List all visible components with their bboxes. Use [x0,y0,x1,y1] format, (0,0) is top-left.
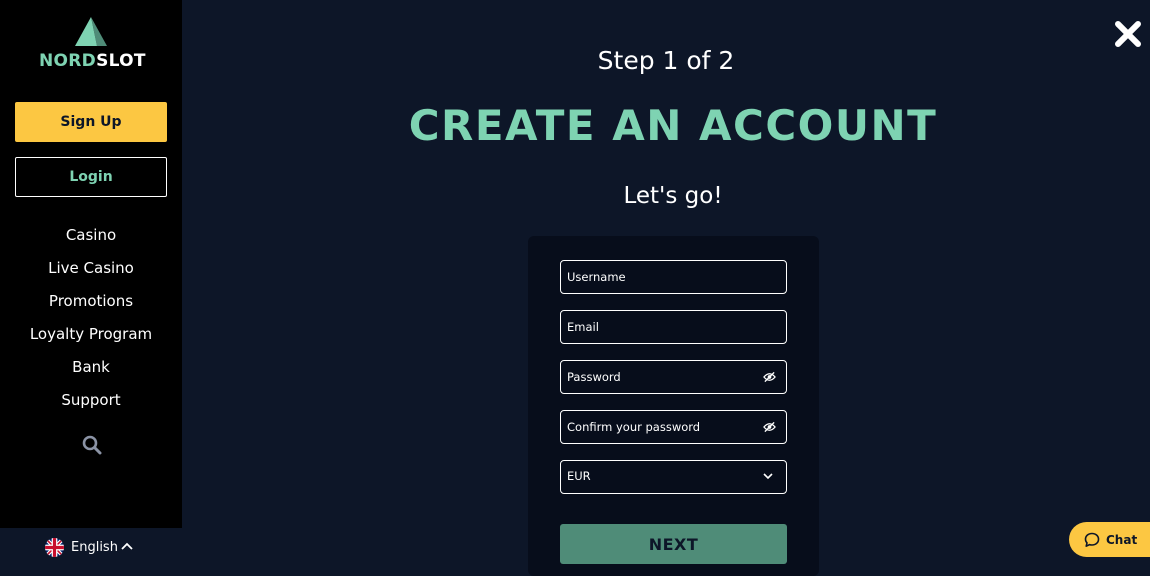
chat-button[interactable]: Chat [1069,522,1150,557]
sidebar-item-live-casino[interactable]: Live Casino [0,252,182,285]
username-input[interactable] [567,261,757,292]
language-label[interactable]: English [71,539,118,556]
sidebar-item-loyalty-program[interactable]: Loyalty Program [0,318,182,351]
sidebar-item-casino[interactable]: Casino [0,219,182,252]
email-input[interactable] [567,311,757,342]
username-field[interactable] [560,260,787,294]
currency-select[interactable]: EUR [560,460,787,494]
close-icon[interactable] [1114,20,1142,48]
chat-label: Chat [1106,532,1138,547]
chat-bubble-icon [1084,532,1100,547]
chevron-down-icon[interactable] [763,473,773,480]
sidebar-item-bank[interactable]: Bank [0,351,182,384]
password-input[interactable] [567,361,757,392]
logo-mountain-icon [75,17,107,46]
password-field[interactable] [560,360,787,394]
logo-text: NORDSLOT [39,51,146,71]
sidebar: NORDSLOT Sign Up Login Casino Live Casin… [0,0,182,560]
page-title: CREATE AN ACCOUNT [408,101,938,150]
confirm-password-input[interactable] [567,411,757,442]
next-button[interactable]: NEXT [560,524,787,564]
login-button[interactable]: Login [15,157,167,197]
sidebar-nav: Casino Live Casino Promotions Loyalty Pr… [0,219,182,417]
page-subtitle: Let's go! [623,183,723,209]
currency-value: EUR [567,469,591,483]
step-indicator: Step 1 of 2 [597,46,735,75]
sidebar-item-promotions[interactable]: Promotions [0,285,182,318]
sidebar-item-support[interactable]: Support [0,384,182,417]
email-field[interactable] [560,310,787,344]
chevron-up-icon[interactable] [121,541,133,551]
eye-off-icon[interactable] [763,371,776,383]
uk-flag-icon [45,538,64,557]
confirm-password-field[interactable] [560,410,787,444]
eye-off-icon[interactable] [763,421,776,433]
search-icon[interactable] [82,435,102,455]
nordslot-logo[interactable]: NORDSLOT [39,17,146,73]
sign-up-button[interactable]: Sign Up [15,102,167,142]
